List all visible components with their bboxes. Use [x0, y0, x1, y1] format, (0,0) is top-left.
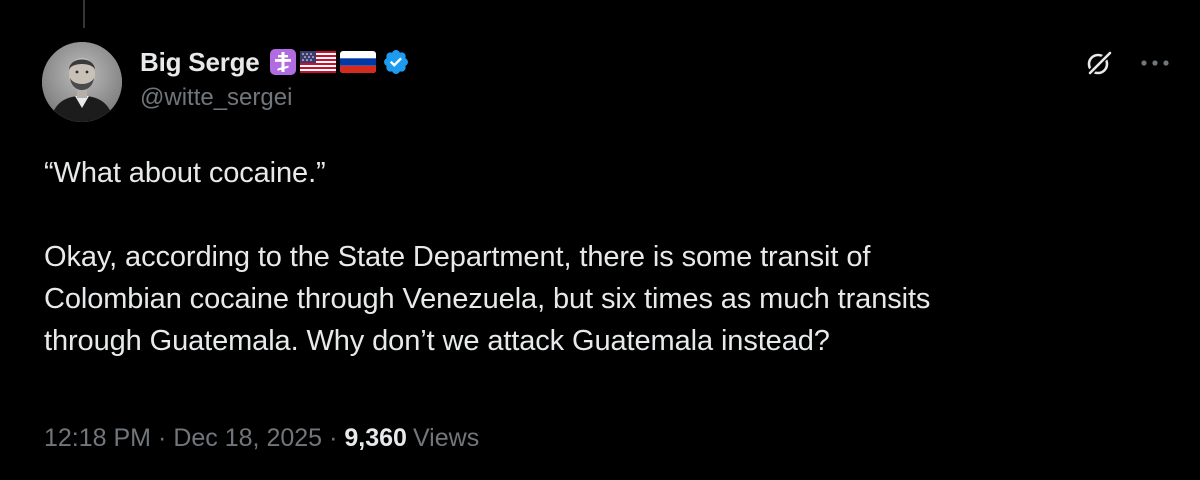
us-flag-icon [299, 49, 336, 75]
thread-connector-line [83, 0, 85, 28]
russia-flag-icon [339, 49, 376, 75]
meta-separator: · [329, 424, 338, 452]
tweet-line: Okay, according to the State Department,… [44, 241, 871, 273]
more-icon[interactable] [1138, 46, 1172, 80]
tweet-paragraph: “What about cocaine.” [44, 157, 326, 189]
avatar[interactable] [42, 42, 122, 122]
tweet-text: “What about cocaine.” Okay, according to… [44, 152, 1154, 362]
views-label: Views [412, 424, 480, 452]
name-row: Big Serge [140, 44, 410, 80]
display-name[interactable]: Big Serge [140, 47, 260, 78]
tweet-date[interactable]: Dec 18, 2025 [173, 424, 322, 453]
views-count: 9,360 [344, 424, 407, 452]
tweet-header: Big Serge @witte_sergei [140, 44, 410, 112]
verified-badge-icon[interactable] [382, 48, 410, 76]
avatar-portrait [42, 42, 122, 122]
grok-icon[interactable] [1082, 46, 1116, 80]
tweet-line: Colombian cocaine through Venezuela, but… [44, 283, 931, 315]
orthodox-cross-icon [269, 49, 296, 75]
user-handle[interactable]: @witte_sergei [140, 84, 410, 112]
tweet-actions-top [1082, 46, 1172, 80]
meta-separator: · [158, 424, 167, 452]
tweet-line: through Guatemala. Why don’t we attack G… [44, 325, 830, 357]
tweet-time[interactable]: 12:18 PM [44, 424, 151, 453]
tweet-meta: 12:18 PM · Dec 18, 2025 · 9,360 Views [44, 424, 479, 453]
